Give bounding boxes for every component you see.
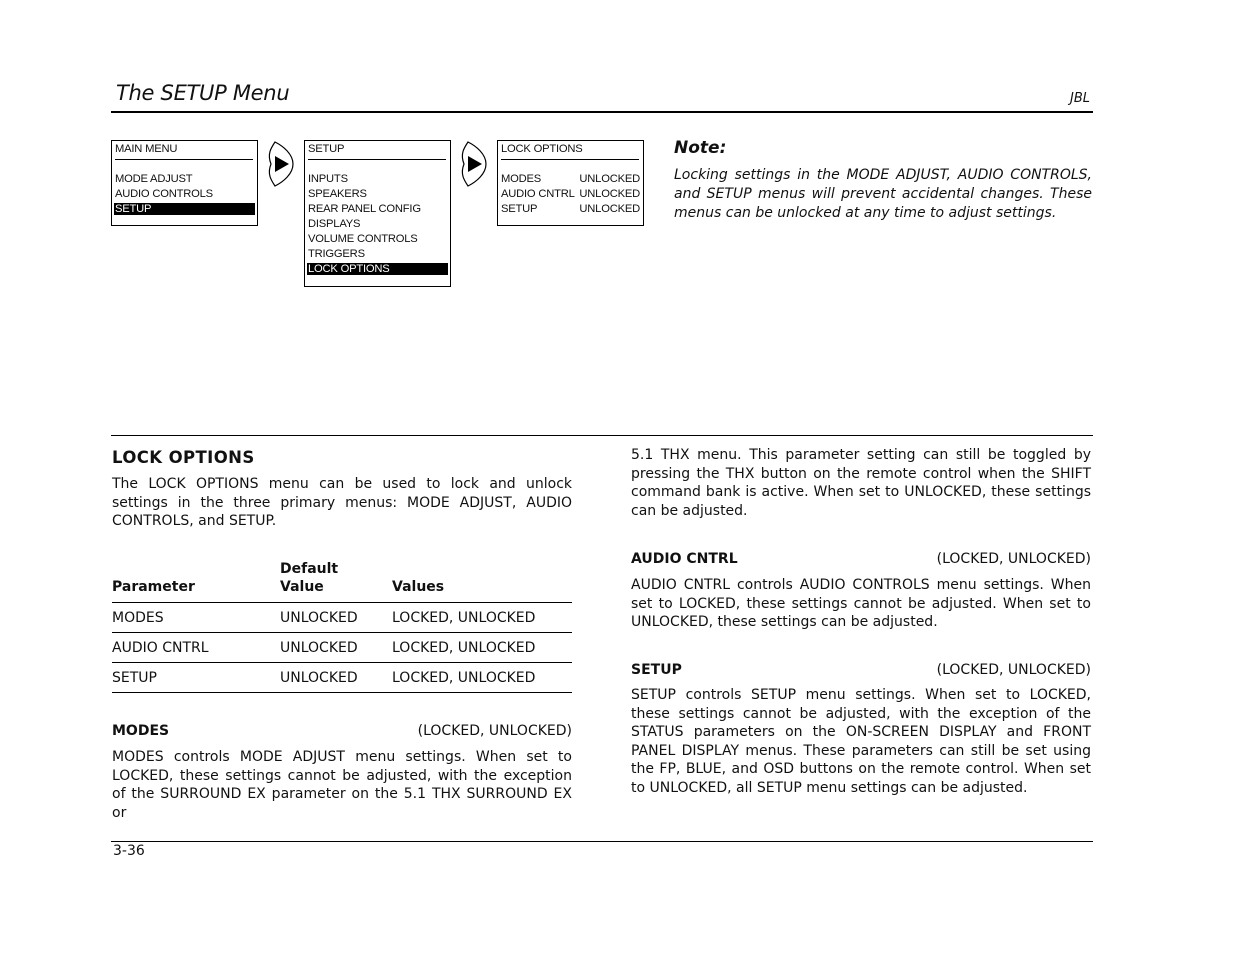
osd-item-triggers: TRIGGERS [308, 248, 365, 260]
osd-row-label: AUDIO CNTRL [501, 188, 575, 200]
section-intro: The LOCK OPTIONS menu can be used to loc… [112, 476, 572, 530]
param-name: MODES [112, 723, 170, 739]
cell-parameter: MODES [112, 602, 280, 633]
osd-lock-options-menu: LOCK OPTIONS MODES UNLOCKED AUDIO CNTRL … [497, 140, 644, 226]
cell-parameter: AUDIO CNTRL [112, 632, 280, 663]
right-arrow-button-icon [268, 141, 294, 187]
right-arrow-button-icon [461, 141, 487, 187]
osd-row-value: UNLOCKED [579, 203, 640, 215]
param-range: (LOCKED, UNLOCKED) [936, 551, 1091, 567]
param-body-modes-part1: MODES controls MODE ADJUST menu settings… [112, 749, 572, 821]
param-range: (LOCKED, UNLOCKED) [936, 662, 1091, 678]
osd-item-volume-controls: VOLUME CONTROLS [308, 233, 418, 245]
osd-row-value: UNLOCKED [579, 188, 640, 200]
osd-row-audio-cntrl: AUDIO CNTRL UNLOCKED [500, 187, 641, 202]
param-heading-audio-cntrl: AUDIO CNTRL (LOCKED, UNLOCKED) [631, 551, 1091, 567]
osd-item-mode-adjust: MODE ADJUST [115, 173, 193, 185]
col-header-parameter: Parameter [112, 560, 280, 603]
param-range: (LOCKED, UNLOCKED) [417, 723, 572, 739]
col-header-default-value: Default Value [280, 560, 392, 603]
osd-row-label: SETUP [501, 203, 538, 215]
cell-default: UNLOCKED [280, 662, 392, 693]
osd-row-modes: MODES UNLOCKED [500, 172, 641, 187]
section-heading: LOCK OPTIONS [112, 448, 255, 467]
col-header-default-line1: Default [280, 561, 339, 577]
col-header-default-line2: Value [280, 579, 324, 595]
page-number: 3-36 [113, 843, 145, 859]
page-title: The SETUP Menu [116, 81, 290, 105]
table-row: AUDIO CNTRL UNLOCKED LOCKED, UNLOCKED [112, 632, 572, 663]
param-heading-modes: MODES (LOCKED, UNLOCKED) [112, 723, 572, 739]
osd-item-lock-options-selected: LOCK OPTIONS [307, 263, 448, 275]
footer-divider [111, 841, 1093, 842]
cell-values: LOCKED, UNLOCKED [392, 662, 572, 693]
osd-item-rear-panel-config: REAR PANEL CONFIG [308, 203, 421, 215]
osd-item-setup-selected: SETUP [114, 203, 255, 215]
section-divider [111, 435, 1093, 436]
osd-title-divider [115, 159, 253, 160]
param-heading-setup: SETUP (LOCKED, UNLOCKED) [631, 662, 1091, 678]
osd-row-label: MODES [501, 173, 542, 185]
brand-label: JBL [1070, 91, 1090, 106]
cell-default: UNLOCKED [280, 602, 392, 633]
osd-row-setup: SETUP UNLOCKED [500, 202, 641, 217]
osd-row-value: UNLOCKED [579, 173, 640, 185]
param-body-modes-part2: 5.1 THX menu. This parameter setting can… [631, 447, 1091, 519]
osd-item-speakers: SPEAKERS [308, 188, 367, 200]
osd-item-displays: DISPLAYS [308, 218, 361, 230]
osd-item-inputs: INPUTS [308, 173, 348, 185]
param-body-setup: SETUP controls SETUP menu settings. When… [631, 687, 1091, 796]
param-body-audio-cntrl: AUDIO CNTRL controls AUDIO CONTROLS menu… [631, 577, 1091, 631]
cell-parameter: SETUP [112, 662, 280, 693]
col-header-values: Values [392, 560, 572, 603]
osd-title-divider [501, 159, 639, 160]
osd-title-divider [308, 159, 446, 160]
param-name: SETUP [631, 662, 682, 678]
table-row: MODES UNLOCKED LOCKED, UNLOCKED [112, 602, 572, 633]
osd-item-audio-controls: AUDIO CONTROLS [115, 188, 213, 200]
table-header-row: Parameter Default Value Values [112, 560, 572, 603]
cell-default: UNLOCKED [280, 632, 392, 663]
osd-setup-menu: SETUP INPUTS SPEAKERS REAR PANEL CONFIG … [304, 140, 451, 287]
osd-main-menu: MAIN MENU MODE ADJUST AUDIO CONTROLS SET… [111, 140, 258, 226]
note-heading: Note: [674, 138, 727, 158]
osd-main-menu-title: MAIN MENU [115, 143, 178, 155]
cell-values: LOCKED, UNLOCKED [392, 632, 572, 663]
osd-lock-options-title: LOCK OPTIONS [501, 143, 583, 155]
note-body: Locking settings in the MODE ADJUST, AUD… [674, 167, 1092, 221]
header-divider [111, 111, 1093, 113]
osd-setup-menu-title: SETUP [308, 143, 345, 155]
table-row: SETUP UNLOCKED LOCKED, UNLOCKED [112, 662, 572, 693]
cell-values: LOCKED, UNLOCKED [392, 602, 572, 633]
parameter-table: Parameter Default Value Values MODES UNLO… [112, 560, 572, 693]
param-name: AUDIO CNTRL [631, 551, 738, 567]
